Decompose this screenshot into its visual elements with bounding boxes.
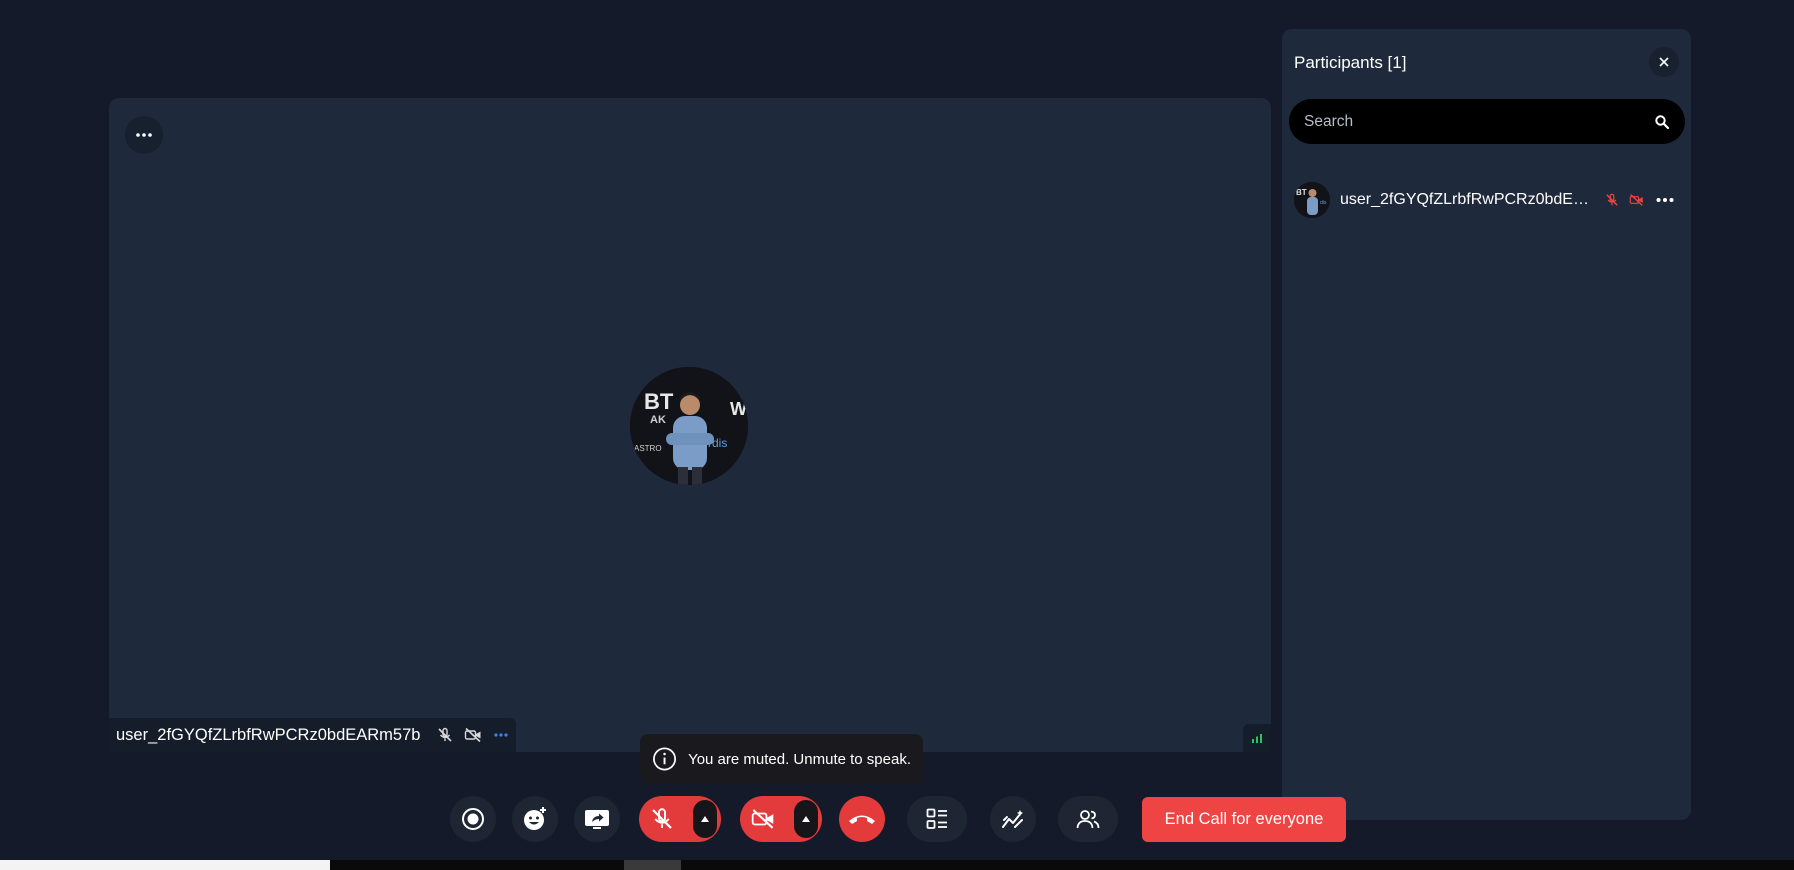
leave-call-button[interactable] xyxy=(839,796,885,842)
record-button[interactable] xyxy=(450,796,496,842)
participant-avatar-large: BT AK W ASTRO rdis xyxy=(630,367,748,485)
svg-text:AK: AK xyxy=(650,414,666,426)
record-icon xyxy=(462,808,484,830)
more-dots-icon xyxy=(1656,198,1674,202)
svg-text:W: W xyxy=(730,399,747,419)
os-taskbar xyxy=(0,860,1794,870)
caret-up-icon xyxy=(701,816,709,822)
camera-off-icon xyxy=(750,808,776,835)
reaction-button[interactable] xyxy=(512,796,558,842)
taskbar-active-app[interactable] xyxy=(624,860,681,870)
svg-text:ASTRO: ASTRO xyxy=(634,444,662,453)
whiteboard-icon xyxy=(1002,810,1023,828)
mic-off-icon xyxy=(1604,192,1620,208)
taskbar-window[interactable] xyxy=(0,860,330,870)
mic-options-caret[interactable] xyxy=(693,800,717,838)
network-quality-icon xyxy=(1243,724,1271,752)
call-controls: End Call for everyone xyxy=(0,796,1794,842)
close-icon xyxy=(1659,57,1669,67)
stage-more-button[interactable] xyxy=(125,116,163,154)
participant-search xyxy=(1289,99,1685,144)
hang-up-icon xyxy=(849,815,875,824)
caret-up-icon xyxy=(802,816,810,822)
search-input[interactable] xyxy=(1304,112,1653,131)
close-panel-button[interactable] xyxy=(1649,47,1679,77)
layout-icon xyxy=(926,808,947,829)
video-stage: BT AK W ASTRO rdis user_2fGYQfZLrbfRwPCR… xyxy=(109,98,1271,752)
camera-off-icon xyxy=(464,726,482,744)
participant-name-tag: user_2fGYQfZLrbfRwPCRz0bdEARm57b xyxy=(109,718,517,752)
mic-off-icon xyxy=(650,807,674,836)
camera-toggle-button[interactable] xyxy=(740,796,822,842)
participants-panel: Participants [1] BT dis user_2fGYQfZLrbf… xyxy=(1282,29,1691,820)
end-call-for-everyone-button[interactable]: End Call for everyone xyxy=(1142,797,1346,842)
screen-share-button[interactable] xyxy=(574,796,620,842)
whiteboard-button[interactable] xyxy=(990,796,1036,842)
mic-off-icon xyxy=(436,726,454,744)
screen-share-icon xyxy=(585,810,609,829)
svg-text:dis: dis xyxy=(1320,200,1327,206)
camera-off-icon xyxy=(1628,192,1644,208)
search-icon[interactable] xyxy=(1653,113,1671,131)
participant-avatar: BT dis xyxy=(1294,182,1330,218)
toast-message: You are muted. Unmute to speak. xyxy=(688,750,911,768)
more-dots-icon[interactable] xyxy=(492,726,510,744)
reaction-icon xyxy=(524,807,546,830)
participant-name: user_2fGYQfZLrbfRwPCRz0bdEARm57b xyxy=(116,725,421,744)
svg-text:BT: BT xyxy=(1296,188,1307,197)
participants-icon xyxy=(1076,810,1100,829)
muted-toast: You are muted. Unmute to speak. xyxy=(640,734,923,784)
participants-button[interactable] xyxy=(1058,796,1118,842)
participant-row: BT dis user_2fGYQfZLrbfRwPCRz0bdEA... xyxy=(1294,182,1684,218)
info-icon xyxy=(653,747,677,771)
layout-button[interactable] xyxy=(907,796,967,842)
mic-toggle-button[interactable] xyxy=(639,796,721,842)
participant-list-name: user_2fGYQfZLrbfRwPCRz0bdEA... xyxy=(1340,191,1594,208)
camera-options-caret[interactable] xyxy=(794,800,818,838)
panel-title: Participants [1] xyxy=(1294,53,1407,72)
participant-more-button[interactable] xyxy=(1654,189,1676,211)
svg-text:BT: BT xyxy=(644,389,674,414)
